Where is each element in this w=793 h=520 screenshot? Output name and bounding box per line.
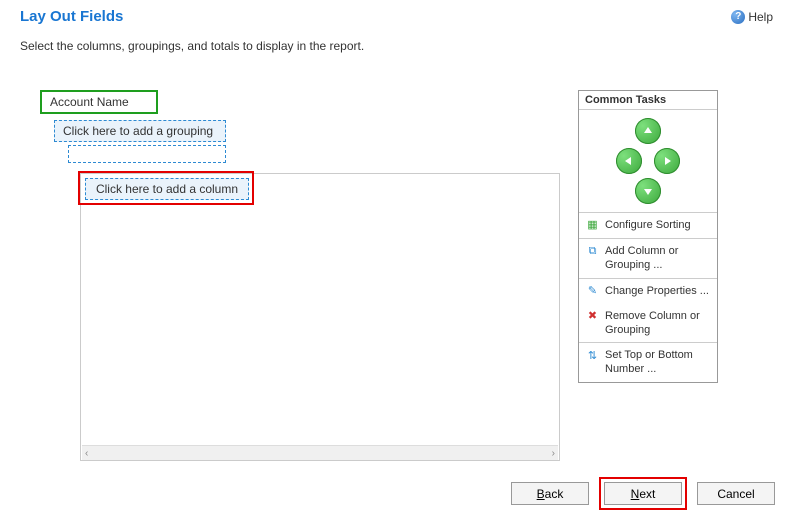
add-grouping-placeholder[interactable]: Click here to add a grouping [54,120,226,142]
move-arrows-pad [579,110,717,213]
top-bottom-icon: ⇅ [585,348,600,363]
help-icon: ? [731,10,745,24]
task-add-column-grouping[interactable]: ⧉ Add Column or Grouping ... [579,239,717,278]
scroll-right-icon[interactable]: › [552,448,555,459]
page-title: Lay Out Fields [20,8,123,25]
arrow-up-icon [642,125,654,137]
horizontal-scrollbar[interactable]: ‹ › [82,445,558,460]
task-set-top-bottom[interactable]: ⇅ Set Top or Bottom Number ... [579,343,717,382]
add-column-placeholder[interactable]: Click here to add a column [85,178,249,200]
back-rest: ack [545,487,564,501]
arrow-left-button[interactable] [616,148,642,174]
sort-icon: ▦ [585,218,600,233]
properties-icon: ✎ [585,284,600,299]
common-tasks-header: Common Tasks [579,91,717,110]
cancel-button[interactable]: Cancel [697,482,775,505]
remove-icon: ✖ [585,309,600,324]
common-tasks-panel: Common Tasks ▦ Configure Sorting ⧉ Add C… [578,90,718,383]
grouping-empty-slot[interactable] [68,145,226,163]
wizard-footer: Back Next Cancel [511,477,775,510]
help-link[interactable]: ? Help [731,10,773,24]
instruction-text: Select the columns, groupings, and total… [0,31,793,69]
task-change-properties[interactable]: ✎ Change Properties ... [579,279,717,304]
task-label: Set Top or Bottom Number ... [605,348,711,377]
highlight-next: Next [599,477,687,510]
arrow-down-icon [642,185,654,197]
arrow-right-icon [661,155,673,167]
next-button[interactable]: Next [604,482,682,505]
task-remove-column-grouping[interactable]: ✖ Remove Column or Grouping [579,304,717,343]
task-label: Add Column or Grouping ... [605,244,711,273]
task-label: Configure Sorting [605,218,691,232]
layout-area: Account Name Click here to add a groupin… [40,90,560,461]
task-label: Remove Column or Grouping [605,309,711,338]
add-icon: ⧉ [585,244,600,259]
arrow-up-button[interactable] [635,118,661,144]
arrow-right-button[interactable] [654,148,680,174]
help-label: Help [748,10,773,24]
task-label: Change Properties ... [605,284,709,298]
field-account-name[interactable]: Account Name [40,90,158,114]
scroll-left-icon[interactable]: ‹ [85,448,88,459]
arrow-left-icon [623,155,635,167]
back-button[interactable]: Back [511,482,589,505]
columns-panel: Click here to add a column ‹ › [80,173,560,461]
arrow-down-button[interactable] [635,178,661,204]
task-configure-sorting[interactable]: ▦ Configure Sorting [579,213,717,238]
